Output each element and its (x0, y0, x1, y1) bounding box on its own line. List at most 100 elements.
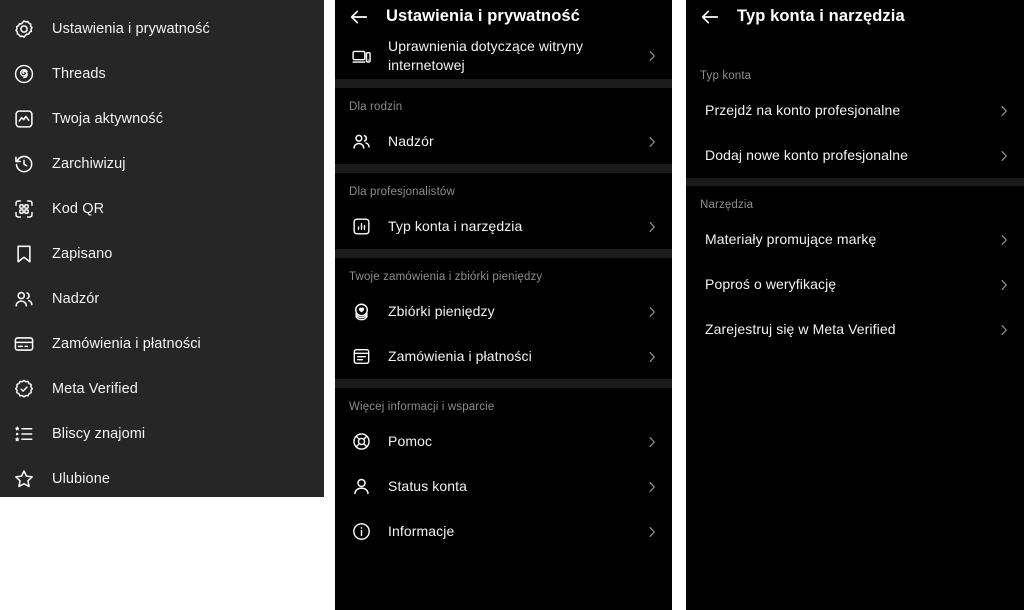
verified-badge-icon (9, 374, 39, 404)
account-tools-chart-icon (348, 214, 374, 240)
person-icon (348, 474, 374, 500)
website-permissions-icon (348, 43, 374, 69)
settings-row-label: Informacje (388, 523, 455, 539)
settings-row-fundraisers[interactable]: Zbiórki pieniędzy (335, 289, 672, 334)
back-arrow-icon[interactable] (346, 4, 372, 30)
drawer-item-supervision[interactable]: Nadzór (0, 276, 324, 321)
settings-row-orders-and-payments[interactable]: Zamówienia i płatności (335, 334, 672, 379)
account-row-label: Zarejestruj się w Meta Verified (705, 321, 896, 337)
drawer-item-label: Threads (52, 65, 106, 82)
supervision-people-icon (348, 129, 374, 155)
chevron-right-icon (997, 149, 1011, 163)
account-row-label: Dodaj nowe konto profesjonalne (705, 147, 909, 163)
help-lifering-icon (348, 429, 374, 455)
account-row-label: Przejdź na konto profesjonalne (705, 102, 901, 118)
drawer-item-label: Kod QR (52, 200, 105, 217)
drawer-item-label: Zarchiwizuj (52, 155, 126, 172)
chevron-right-icon (645, 135, 659, 149)
account-row-request-verification[interactable]: Poproś o weryfikację (686, 262, 1024, 307)
settings-row-account-type-and-tools[interactable]: Typ konta i narzędzia (335, 204, 672, 249)
bookmark-icon (9, 239, 39, 269)
account-row-label: Materiały promujące markę (705, 231, 877, 247)
account-panel-header: Typ konta i narzędzia (686, 0, 1024, 33)
account-row-add-new-professional-account[interactable]: Dodaj nowe konto profesjonalne (686, 133, 1024, 178)
screenshot-root: Ustawienia i prywatność Threads Twoja ak… (0, 0, 1024, 610)
section-separator (686, 178, 1024, 186)
orders-box-icon (348, 344, 374, 370)
account-type-and-tools-panel: Typ konta i narzędzia Typ konta Przejdź … (686, 0, 1024, 610)
drawer-item-label: Zapisano (52, 245, 113, 262)
drawer-item-label: Meta Verified (52, 380, 138, 397)
drawer-item-your-activity[interactable]: Twoja aktywność (0, 96, 324, 141)
info-icon (348, 519, 374, 545)
section-title-professionals: Dla profesjonalistów (349, 186, 455, 198)
settings-row-label: Status konta (388, 478, 468, 494)
threads-icon (9, 59, 39, 89)
settings-row-label: Uprawnienia dotyczące witryny internetow… (388, 38, 584, 73)
settings-row-label: Zamówienia i płatności (388, 348, 532, 364)
page-title: Typ konta i narzędzia (737, 7, 905, 25)
drawer-item-label: Bliscy znajomi (52, 425, 146, 442)
settings-row-label: Nadzór (388, 133, 434, 149)
credit-card-icon (9, 329, 39, 359)
settings-panel-header: Ustawienia i prywatność (335, 0, 672, 33)
chevron-right-icon (997, 323, 1011, 337)
activity-chart-icon (9, 104, 39, 134)
account-row-signup-meta-verified[interactable]: Zarejestruj się w Meta Verified (686, 307, 1024, 352)
qr-code-icon (9, 194, 39, 224)
drawer-item-label: Ustawienia i prywatność (52, 20, 210, 37)
close-friends-list-icon (9, 419, 39, 449)
chevron-right-icon (645, 350, 659, 364)
drawer-item-close-friends[interactable]: Bliscy znajomi (0, 411, 324, 456)
drawer-item-label: Ulubione (52, 470, 111, 487)
drawer-item-favourites[interactable]: Ulubione (0, 456, 324, 501)
section-separator (335, 379, 672, 388)
chevron-right-icon (645, 480, 659, 494)
section-title-account-type: Typ konta (700, 70, 752, 82)
account-row-switch-to-professional[interactable]: Przejdź na konto profesjonalne (686, 88, 1024, 133)
settings-row-label: Typ konta i narzędzia (388, 218, 523, 234)
drawer-item-label: Nadzór (52, 290, 100, 307)
instagram-settings-drawer: Ustawienia i prywatność Threads Twoja ak… (0, 0, 324, 497)
page-title: Ustawienia i prywatność (386, 7, 580, 25)
fundraiser-heart-icon (348, 299, 374, 325)
gear-icon (9, 14, 39, 44)
drawer-item-label: Zamówienia i płatności (52, 335, 201, 352)
chevron-right-icon (645, 220, 659, 234)
archive-clock-icon (9, 149, 39, 179)
section-separator (335, 249, 672, 258)
section-title-families: Dla rodzin (349, 101, 403, 113)
chevron-right-icon (645, 49, 659, 63)
section-title-more-info-support: Więcej informacji i wsparcie (349, 401, 495, 413)
settings-row-about[interactable]: Informacje (335, 509, 672, 554)
drawer-item-orders-and-payments[interactable]: Zamówienia i płatności (0, 321, 324, 366)
chevron-right-icon (997, 233, 1011, 247)
account-row-branded-content[interactable]: Materiały promujące markę (686, 217, 1024, 262)
star-icon (9, 464, 39, 494)
drawer-item-meta-verified[interactable]: Meta Verified (0, 366, 324, 411)
drawer-item-archive[interactable]: Zarchiwizuj (0, 141, 324, 186)
back-arrow-icon[interactable] (697, 4, 723, 30)
settings-row-label: Pomoc (388, 433, 433, 449)
drawer-item-settings-and-privacy[interactable]: Ustawienia i prywatność (0, 6, 324, 51)
chevron-right-icon (645, 435, 659, 449)
settings-row-help[interactable]: Pomoc (335, 419, 672, 464)
settings-and-privacy-panel: Ustawienia i prywatność Uprawnienia doty… (335, 0, 672, 610)
settings-row-website-permissions[interactable]: Uprawnienia dotyczące witryny internetow… (335, 33, 672, 79)
chevron-right-icon (997, 278, 1011, 292)
section-title-orders-fundraisers: Twoje zamówienia i zbiórki pieniędzy (349, 271, 543, 283)
drawer-item-threads[interactable]: Threads (0, 51, 324, 96)
settings-row-supervision[interactable]: Nadzór (335, 119, 672, 164)
chevron-right-icon (997, 104, 1011, 118)
chevron-right-icon (645, 525, 659, 539)
settings-row-label: Zbiórki pieniędzy (388, 303, 495, 319)
chevron-right-icon (645, 305, 659, 319)
drawer-item-label: Twoja aktywność (52, 110, 164, 127)
drawer-item-qr-code[interactable]: Kod QR (0, 186, 324, 231)
account-row-label: Poproś o weryfikację (705, 276, 837, 292)
section-title-tools: Narzędzia (700, 199, 754, 211)
drawer-item-saved[interactable]: Zapisano (0, 231, 324, 276)
section-separator (335, 164, 672, 173)
section-separator (335, 79, 672, 88)
settings-row-account-status[interactable]: Status konta (335, 464, 672, 509)
